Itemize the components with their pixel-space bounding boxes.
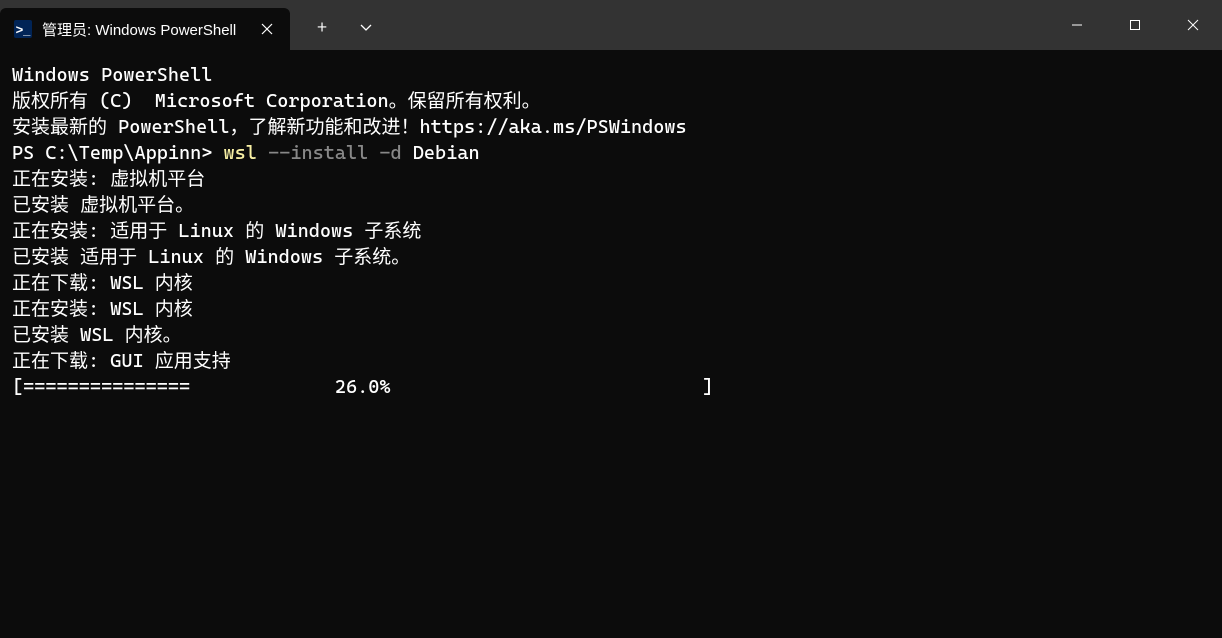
close-window-button[interactable] bbox=[1164, 0, 1222, 50]
title-bar: >_ 管理员: Windows PowerShell + bbox=[0, 0, 1222, 50]
command-executable: wsl bbox=[224, 142, 269, 164]
maximize-button[interactable] bbox=[1106, 0, 1164, 50]
tab-dropdown-button[interactable] bbox=[344, 6, 388, 48]
terminal-line: 已安装 WSL 内核。 bbox=[12, 322, 1210, 348]
window-controls bbox=[1048, 0, 1222, 50]
powershell-icon-glyph: >_ bbox=[16, 22, 31, 37]
terminal-line: 正在安装: WSL 内核 bbox=[12, 296, 1210, 322]
title-bar-drag-area[interactable] bbox=[388, 0, 1048, 50]
terminal-output[interactable]: Windows PowerShell版权所有 (C) Microsoft Cor… bbox=[0, 50, 1222, 412]
terminal-line: 正在安装: 虚拟机平台 bbox=[12, 166, 1210, 192]
terminal-line: 正在下载: WSL 内核 bbox=[12, 270, 1210, 296]
tab-title: 管理员: Windows PowerShell bbox=[42, 19, 244, 40]
prompt-prefix: PS C:\Temp\Appinn> bbox=[12, 142, 224, 164]
terminal-line: 正在安装: 适用于 Linux 的 Windows 子系统 bbox=[12, 218, 1210, 244]
powershell-icon: >_ bbox=[14, 20, 32, 38]
terminal-line: 正在下载: GUI 应用支持 bbox=[12, 348, 1210, 374]
terminal-line: 已安装 适用于 Linux 的 Windows 子系统。 bbox=[12, 244, 1210, 270]
minimize-button[interactable] bbox=[1048, 0, 1106, 50]
terminal-line: 已安装 虚拟机平台。 bbox=[12, 192, 1210, 218]
command-flags: --install -d bbox=[268, 142, 402, 164]
terminal-line: 版权所有 (C) Microsoft Corporation。保留所有权利。 bbox=[12, 88, 1210, 114]
tab-actions: + bbox=[290, 0, 388, 50]
close-tab-button[interactable] bbox=[254, 16, 280, 42]
terminal-line: Windows PowerShell bbox=[12, 62, 1210, 88]
terminal-line: 安装最新的 PowerShell，了解新功能和改进！https://aka.ms… bbox=[12, 114, 1210, 140]
terminal-prompt-line: PS C:\Temp\Appinn> wsl --install -d Debi… bbox=[12, 140, 1210, 166]
active-tab[interactable]: >_ 管理员: Windows PowerShell bbox=[0, 8, 290, 50]
command-arg: Debian bbox=[402, 142, 480, 164]
new-tab-button[interactable]: + bbox=[300, 6, 344, 48]
progress-bar-line: [=============== 26.0% ] bbox=[12, 374, 1210, 400]
